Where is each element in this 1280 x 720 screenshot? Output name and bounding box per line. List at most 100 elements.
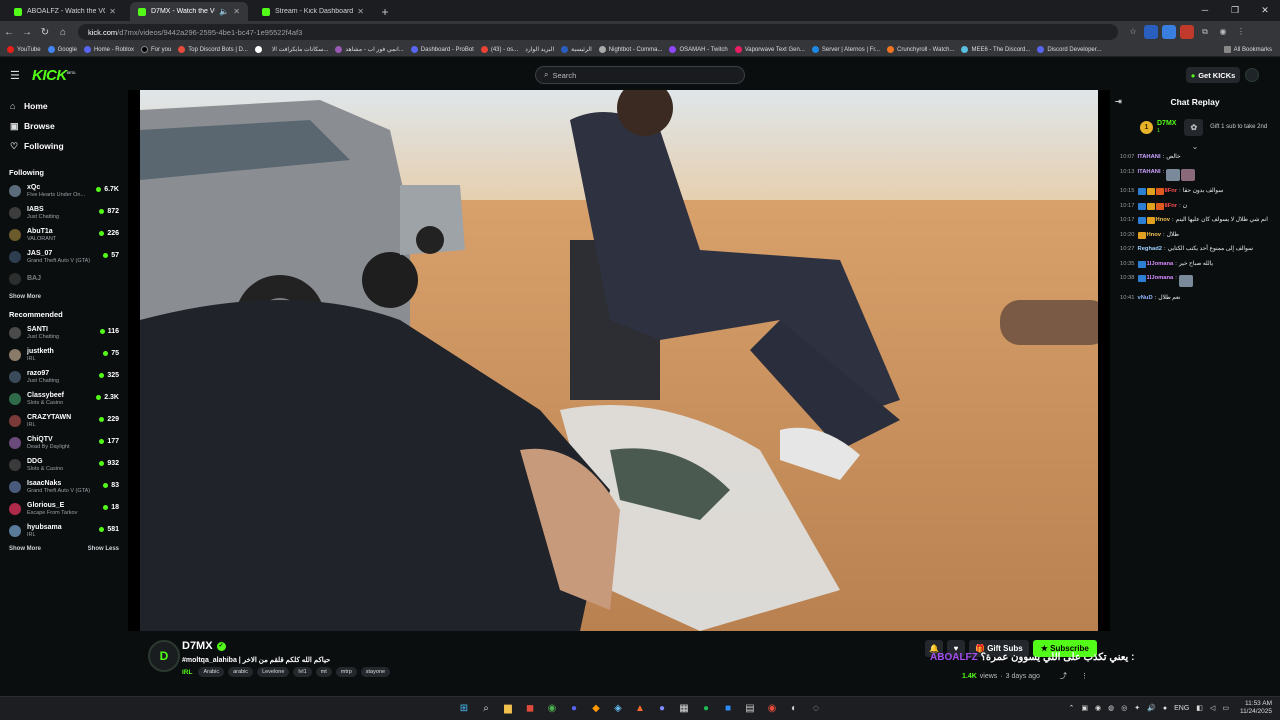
show-less-button[interactable]: Show Less: [88, 546, 119, 552]
video-frame[interactable]: [140, 90, 1098, 631]
app-icon[interactable]: ▦: [676, 701, 692, 717]
channel-name[interactable]: D7MX ✓: [182, 640, 226, 652]
collapse-chat-icon[interactable]: ⇥: [1115, 92, 1122, 112]
bookmark-item[interactable]: البريد الوارد: [525, 46, 554, 53]
chat-message[interactable]: 10:35 1lJomana: يالله صباح خير: [1110, 260, 1280, 268]
chat-username[interactable]: ITAHANI: [1138, 154, 1161, 161]
close-tab-icon[interactable]: ✕: [233, 7, 240, 16]
search-icon[interactable]: ⌕: [478, 701, 494, 717]
sidebar-channel-recommended[interactable]: Classybeef Slots & Casino 2.3K: [0, 388, 128, 410]
browser-menu-icon[interactable]: ⋮: [1234, 25, 1248, 39]
expand-pinned-icon[interactable]: ⌄: [1110, 142, 1280, 154]
browser-tab-3[interactable]: Stream - Kick Dashboard ✕: [254, 2, 372, 21]
extension-icon[interactable]: [1162, 25, 1176, 39]
bookmark-item[interactable]: انمي فور اب - مشاهد...: [335, 46, 404, 53]
app-icon[interactable]: ◆: [588, 701, 604, 717]
chat-username[interactable]: ITAHANI: [1138, 169, 1161, 176]
app-icon[interactable]: ▤: [742, 701, 758, 717]
extensions-puzzle-icon[interactable]: ⧉: [1198, 25, 1212, 39]
app-icon[interactable]: ●: [654, 701, 670, 717]
app-icon[interactable]: ◼: [522, 701, 538, 717]
app-icon[interactable]: ▲: [632, 701, 648, 717]
forward-icon[interactable]: →: [18, 27, 36, 38]
bookmark-item[interactable]: For you: [140, 46, 171, 53]
mic-icon[interactable]: ●: [1163, 705, 1167, 712]
pinned-gifter[interactable]: 1 D7MX 1 ✿ Gift 1 sub to take 2nd: [1110, 112, 1280, 142]
video-player[interactable]: [128, 90, 1110, 631]
chat-message[interactable]: 10:38 1lJomana:: [1110, 275, 1280, 287]
chat-message[interactable]: 10:41 vNuD: نعم طلال: [1110, 295, 1280, 302]
bookmark-item[interactable]: Google: [47, 46, 77, 53]
more-options-icon[interactable]: ⋮: [1081, 672, 1088, 680]
tag[interactable]: mtrp: [335, 667, 357, 677]
browser-tab-2[interactable]: D7MX - Watch the VOD on Kick🔈✕: [130, 2, 248, 21]
tray-app-icon[interactable]: ◉: [1095, 704, 1101, 712]
spotify-icon[interactable]: ●: [698, 701, 714, 717]
chat-username[interactable]: Hnov: [1147, 232, 1162, 239]
app-icon[interactable]: ◉: [764, 701, 780, 717]
sidebar-channel-recommended[interactable]: CRAZYTAWN IRL 229: [0, 410, 128, 432]
bookmark-item[interactable]: Discord Developer...: [1037, 46, 1101, 53]
bookmark-item[interactable]: Server | Aternos | Fr...: [811, 46, 880, 53]
language-indicator[interactable]: ENG: [1174, 705, 1189, 712]
chat-message[interactable]: 10:27 Reghad2: سوالف إلى ممنوع أحد يكتب ال…: [1110, 246, 1280, 253]
minimize-icon[interactable]: ─: [1190, 0, 1220, 21]
chat-message[interactable]: 10:15 8Fnr: سوالف بدون حقا: [1110, 188, 1280, 195]
sidebar-channel-recommended[interactable]: Glorious_E Escape From Tarkov 18: [0, 498, 128, 520]
get-kicks-button[interactable]: ● Get KICKs: [1186, 67, 1240, 83]
close-tab-icon[interactable]: ✕: [109, 7, 116, 16]
close-window-icon[interactable]: ✕: [1250, 0, 1280, 21]
chat-message[interactable]: 10:07 ITAHANI: خالص: [1110, 154, 1280, 161]
tray-app-icon[interactable]: ✦: [1134, 704, 1140, 712]
sidebar-channel-following[interactable]: IABS Just Chatting 872: [0, 202, 128, 224]
volume-level-icon[interactable]: ◁: [1210, 704, 1215, 712]
tag[interactable]: Arabic: [198, 667, 225, 677]
tag[interactable]: lvl1: [293, 667, 312, 677]
all-bookmarks[interactable]: All Bookmarks: [1223, 46, 1272, 53]
maximize-icon[interactable]: ❐: [1220, 0, 1250, 21]
chat-message[interactable]: 10:20 Hnov: طلال: [1110, 231, 1280, 239]
browser-tab-1[interactable]: ABOALFZ - Watch the VOD on Kick✕: [6, 2, 124, 21]
bookmark-item[interactable]: Top Discord Bots | D...: [178, 46, 248, 53]
menu-icon[interactable]: ☰: [10, 69, 24, 82]
back-icon[interactable]: ←: [0, 27, 18, 38]
new-tab-button[interactable]: +: [376, 3, 394, 21]
battery-icon[interactable]: ▭: [1222, 704, 1229, 712]
category-link[interactable]: IRL: [182, 669, 192, 676]
mute-tab-icon[interactable]: 🔈: [219, 7, 229, 16]
bookmark-item[interactable]: [254, 46, 265, 53]
tray-app-icon[interactable]: ◎: [1121, 704, 1127, 712]
sidebar-item-following[interactable]: ♡ Following: [0, 136, 128, 156]
bookmark-item[interactable]: Home - Roblox: [83, 46, 134, 53]
sidebar-item-browse[interactable]: ▣ Browse: [0, 116, 128, 136]
sidebar-channel-recommended[interactable]: DDG Slots & Casino 932: [0, 454, 128, 476]
file-explorer-icon[interactable]: ▆: [500, 701, 516, 717]
sidebar-channel-following[interactable]: JAS_07 Grand Theft Auto V (GTA) 57: [0, 246, 128, 268]
tag[interactable]: Levelone: [257, 667, 290, 677]
share-icon[interactable]: ⤴: [1060, 671, 1067, 681]
tray-app-icon[interactable]: ◍: [1108, 704, 1114, 712]
bookmark-item[interactable]: MEE6 - The Discord...: [961, 46, 1030, 53]
tray-chevron-icon[interactable]: ⌃: [1068, 704, 1074, 712]
sidebar-channel-recommended[interactable]: hyubsama IRL 581: [0, 520, 128, 542]
bookmark-item[interactable]: الرئيسية: [561, 46, 592, 53]
sidebar-channel-recommended[interactable]: SANTI Just Chatting 116: [0, 322, 128, 344]
chrome-icon[interactable]: ◉: [544, 701, 560, 717]
chat-username[interactable]: 8Fnr: [1165, 188, 1178, 195]
chat-username[interactable]: 8Fnr: [1165, 203, 1178, 210]
show-more-button[interactable]: Show More: [9, 546, 41, 552]
volume-icon[interactable]: 🔊: [1147, 704, 1156, 712]
chat-username[interactable]: Reghad2: [1138, 246, 1162, 253]
sidebar-channel-following[interactable]: xQc Five Hearts Under On... 6.7K: [0, 180, 128, 202]
extension-icon[interactable]: [1144, 25, 1158, 39]
sidebar-channel-recommended[interactable]: justketh IRL 75: [0, 344, 128, 366]
discord-icon[interactable]: ●: [566, 701, 582, 717]
sidebar-channel-following[interactable]: AbuT1a VALORANT 226: [0, 224, 128, 246]
close-tab-icon[interactable]: ✕: [357, 7, 364, 16]
extension-icon[interactable]: [1180, 25, 1194, 39]
bookmark-star-icon[interactable]: ☆: [1126, 25, 1140, 39]
app-icon[interactable]: ◌: [808, 701, 824, 717]
app-icon[interactable]: ■: [720, 701, 736, 717]
bookmark-item[interactable]: Dashboard - ProBot: [410, 46, 474, 53]
search-input[interactable]: ⌕ Search: [535, 66, 745, 84]
